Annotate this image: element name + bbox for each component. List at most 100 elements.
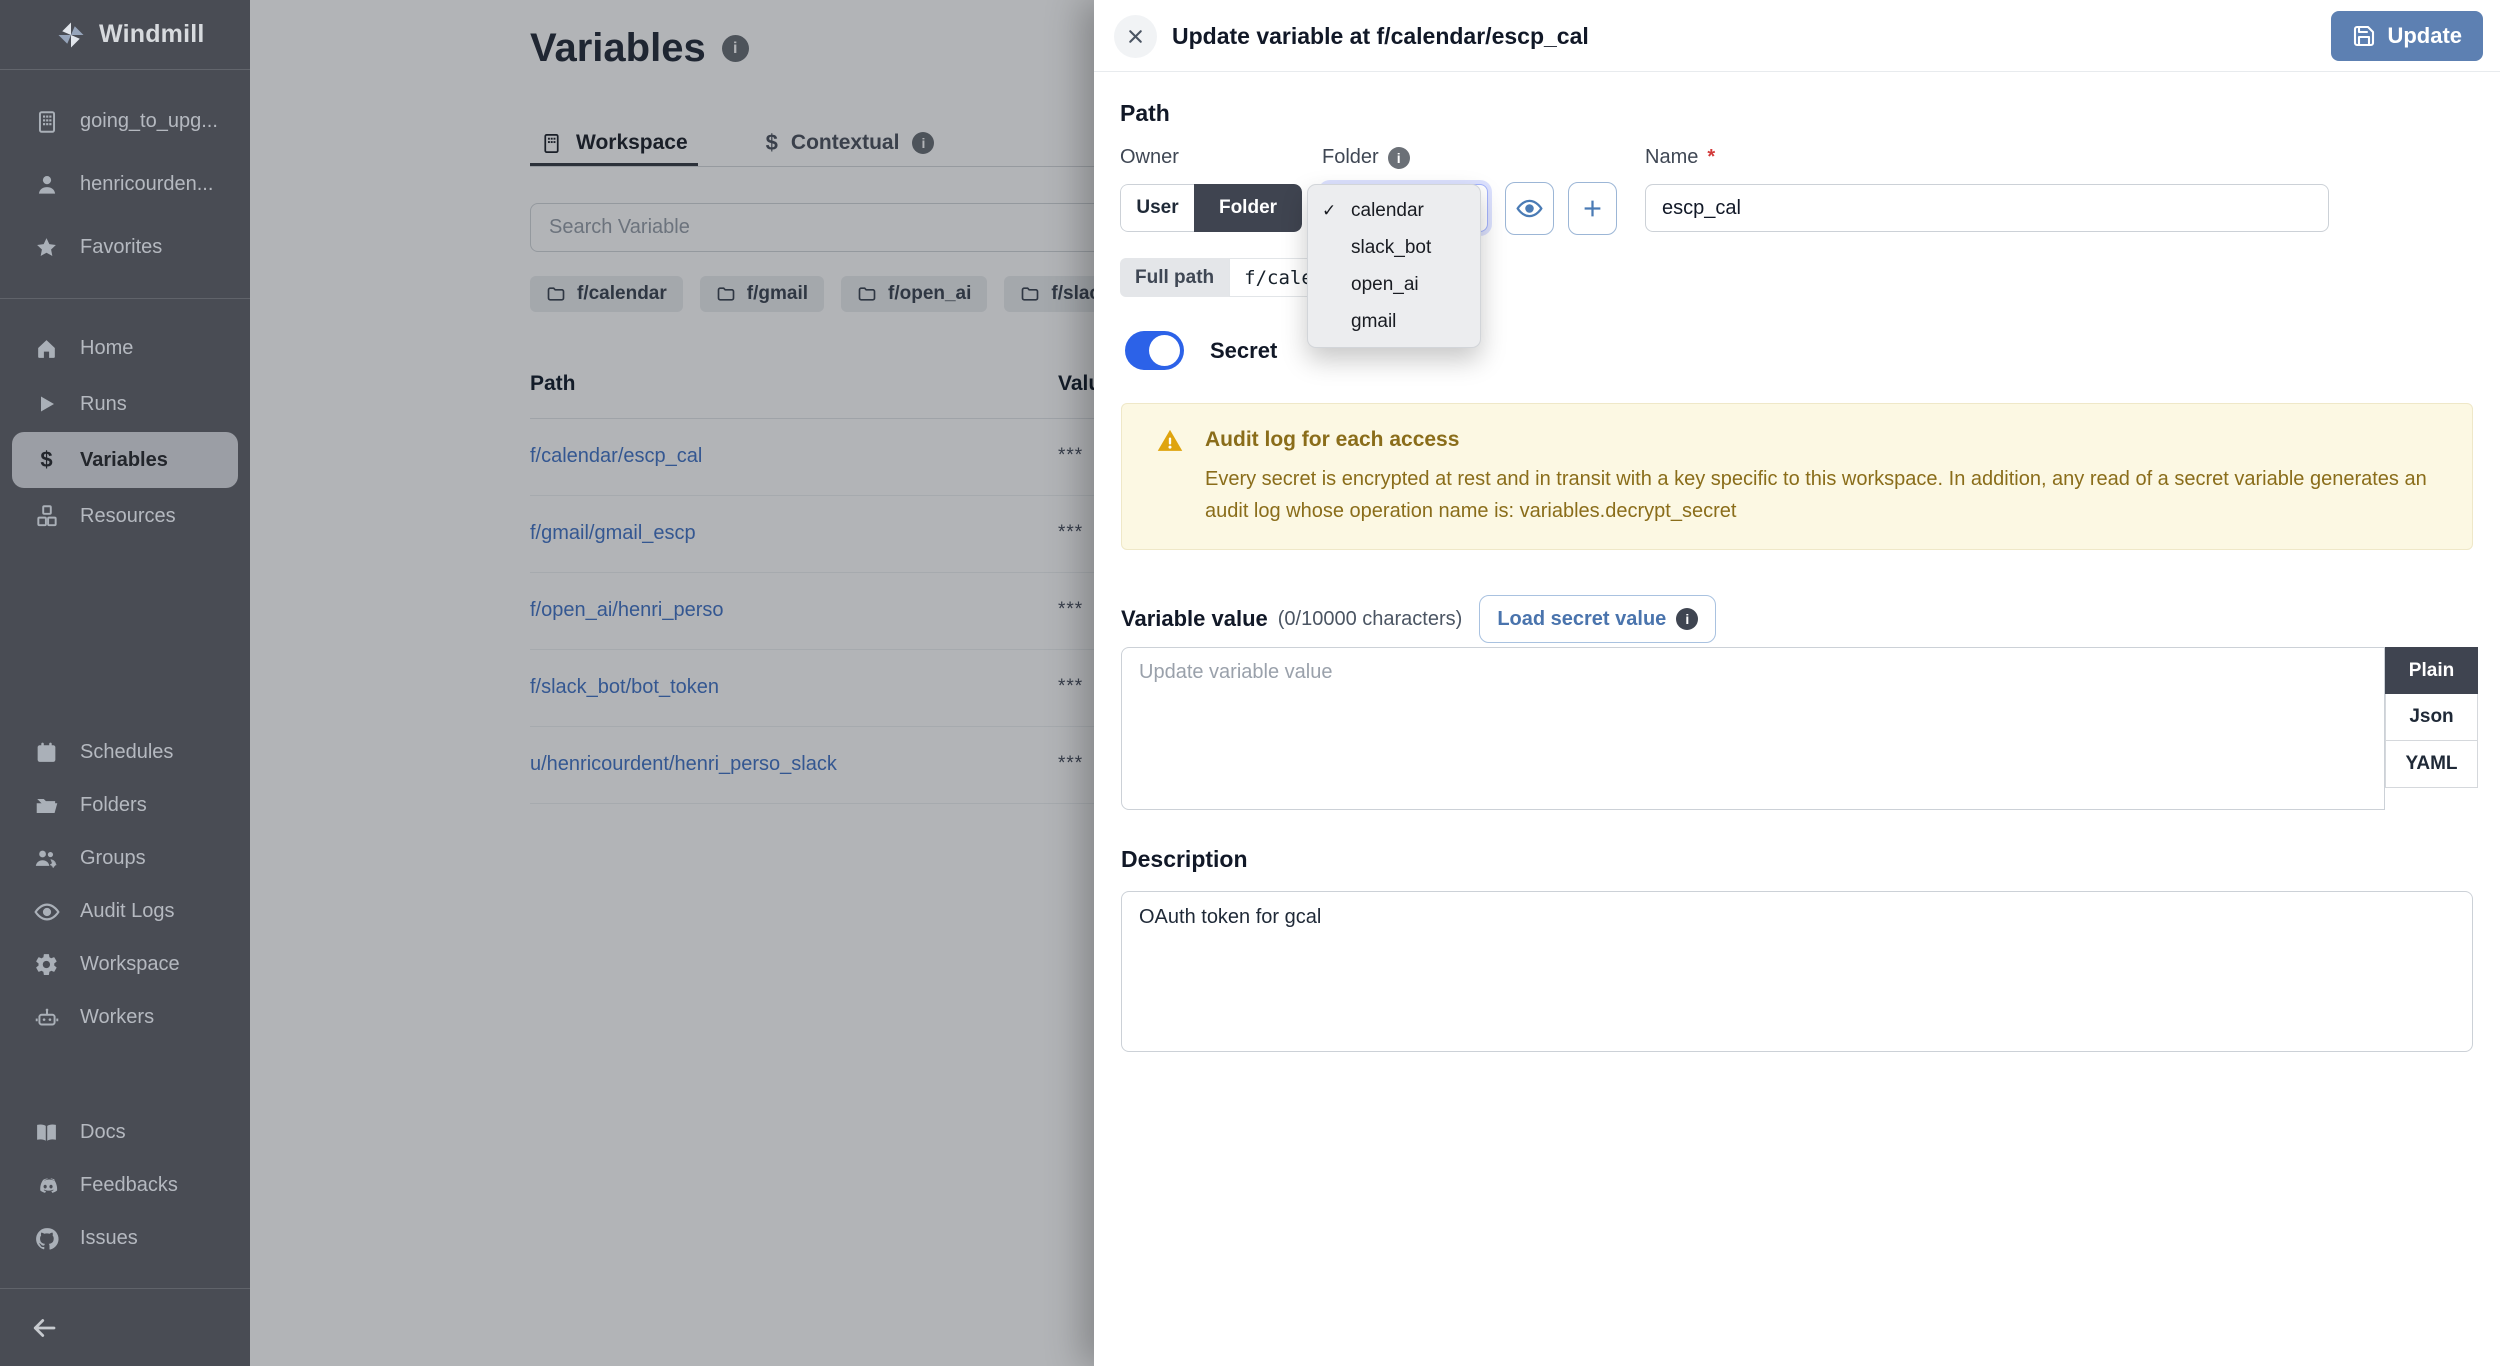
- warning-icon: [1156, 427, 1184, 455]
- update-variable-drawer: Update variable at f/calendar/escp_cal U…: [1094, 0, 2500, 1366]
- sidebar-item-runs[interactable]: Runs: [0, 376, 250, 432]
- workers-label: Workers: [80, 1006, 154, 1029]
- building-icon: [33, 109, 60, 135]
- audit-logs-label: Audit Logs: [80, 900, 175, 923]
- brand-name: Windmill: [99, 20, 205, 49]
- path-section-heading: Path: [1120, 100, 1170, 127]
- eye-icon: [1516, 195, 1543, 222]
- windmill-logo-icon: [56, 20, 86, 50]
- runs-label: Runs: [80, 393, 127, 416]
- secret-label: Secret: [1210, 338, 1277, 364]
- dropdown-option-calendar[interactable]: ✓ calendar: [1308, 192, 1480, 229]
- sidebar-item-groups[interactable]: Groups: [0, 832, 250, 885]
- format-tab-yaml[interactable]: YAML: [2385, 741, 2478, 788]
- owner-label: Owner: [1120, 146, 1179, 169]
- plus-icon: [1579, 195, 1606, 222]
- update-button[interactable]: Update: [2331, 11, 2483, 61]
- favorites-label: Favorites: [80, 236, 162, 259]
- folders-label: Folders: [80, 794, 147, 817]
- close-icon: [1125, 26, 1146, 47]
- home-icon: [33, 336, 60, 361]
- cubes-icon: [33, 503, 60, 529]
- play-icon: [33, 392, 60, 416]
- description-heading: Description: [1121, 846, 1248, 873]
- required-mark: *: [1707, 146, 1715, 169]
- sidebar-item-issues[interactable]: Issues: [0, 1212, 250, 1265]
- format-tab-plain[interactable]: Plain: [2385, 647, 2478, 694]
- character-counter: (0/10000 characters): [1278, 608, 1463, 631]
- folder-dropdown-menu: ✓ calendar slack_bot open_ai gmail: [1307, 184, 1481, 348]
- sidebar-item-user[interactable]: henricourden...: [0, 153, 250, 216]
- brand: Windmill: [0, 0, 250, 70]
- variable-value-heading: Variable value: [1121, 606, 1268, 632]
- name-input[interactable]: [1645, 184, 2329, 232]
- close-button[interactable]: [1114, 15, 1157, 58]
- eye-icon: [33, 899, 60, 925]
- name-label: Name *: [1645, 146, 1715, 169]
- folder-label: Folder i: [1322, 146, 1410, 169]
- info-icon: i: [1676, 608, 1698, 630]
- sidebar-divider: [0, 298, 250, 299]
- robot-icon: [33, 1005, 60, 1031]
- owner-user-option[interactable]: User: [1120, 184, 1194, 232]
- toggle-knob: [1149, 335, 1180, 366]
- issues-label: Issues: [80, 1227, 138, 1250]
- dollar-icon: $: [33, 449, 60, 471]
- drawer-title: Update variable at f/calendar/escp_cal: [1172, 0, 1589, 72]
- sidebar-item-resources[interactable]: Resources: [0, 488, 250, 544]
- sidebar-item-workspace-switcher[interactable]: going_to_upg...: [0, 90, 250, 153]
- home-label: Home: [80, 337, 133, 360]
- resources-label: Resources: [80, 505, 176, 528]
- audit-notice-body: Every secret is encrypted at rest and in…: [1205, 463, 2467, 527]
- secret-row: Secret: [1125, 331, 1277, 370]
- dropdown-option-gmail[interactable]: gmail: [1308, 303, 1480, 340]
- audit-notice-title: Audit log for each access: [1205, 428, 1459, 452]
- format-tabs: Plain Json YAML: [2385, 647, 2478, 788]
- sidebar-item-docs[interactable]: Docs: [0, 1106, 250, 1159]
- check-icon: ✓: [1322, 201, 1336, 221]
- update-button-label: Update: [2387, 23, 2462, 49]
- save-icon: [2352, 24, 2376, 48]
- user-label: henricourden...: [80, 173, 213, 196]
- dropdown-option-slack-bot[interactable]: slack_bot: [1308, 229, 1480, 266]
- add-folder-button[interactable]: [1568, 182, 1617, 235]
- view-folder-button[interactable]: [1505, 182, 1554, 235]
- discord-icon: [33, 1173, 60, 1199]
- sidebar-item-workers[interactable]: Workers: [0, 991, 250, 1044]
- secret-toggle[interactable]: [1125, 331, 1184, 370]
- sidebar-item-schedules[interactable]: Schedules: [0, 726, 250, 779]
- full-path-label: Full path: [1120, 258, 1229, 297]
- sidebar-item-folders[interactable]: Folders: [0, 779, 250, 832]
- arrow-left-icon: [29, 1313, 59, 1343]
- drawer-header: Update variable at f/calendar/escp_cal U…: [1094, 0, 2500, 72]
- audit-notice: Audit log for each access Every secret i…: [1121, 403, 2473, 550]
- description-textarea[interactable]: OAuth token for gcal: [1121, 891, 2473, 1052]
- github-icon: [33, 1226, 60, 1252]
- workspace-switcher-label: going_to_upg...: [80, 110, 218, 133]
- groups-label: Groups: [80, 847, 146, 870]
- collapse-sidebar-button[interactable]: [22, 1306, 66, 1350]
- sidebar-item-audit-logs[interactable]: Audit Logs: [0, 885, 250, 938]
- load-secret-value-button[interactable]: Load secret value i: [1479, 595, 1716, 643]
- schedules-label: Schedules: [80, 741, 173, 764]
- user-icon: [33, 172, 60, 198]
- users-gear-icon: [33, 845, 60, 872]
- sidebar-item-favorites[interactable]: Favorites: [0, 216, 250, 279]
- calendar-icon: [33, 740, 60, 765]
- sidebar-item-workspace[interactable]: Workspace: [0, 938, 250, 991]
- app-root: Windmill going_to_upg... henricourden...…: [0, 0, 2500, 1366]
- sidebar-divider: [0, 1288, 250, 1289]
- dropdown-option-open-ai[interactable]: open_ai: [1308, 266, 1480, 303]
- sidebar-item-home[interactable]: Home: [0, 320, 250, 376]
- sidebar-item-feedbacks[interactable]: Feedbacks: [0, 1159, 250, 1212]
- sidebar: Windmill going_to_upg... henricourden...…: [0, 0, 250, 1366]
- docs-label: Docs: [80, 1121, 126, 1144]
- owner-folder-option[interactable]: Folder: [1194, 184, 1302, 232]
- star-icon: [33, 235, 60, 260]
- owner-kind-toggle: User Folder: [1120, 184, 1302, 232]
- variables-label: Variables: [80, 449, 168, 472]
- format-tab-json[interactable]: Json: [2385, 694, 2478, 741]
- info-icon[interactable]: i: [1388, 147, 1410, 169]
- variable-value-textarea[interactable]: [1121, 647, 2385, 810]
- sidebar-item-variables[interactable]: $ Variables: [12, 432, 238, 488]
